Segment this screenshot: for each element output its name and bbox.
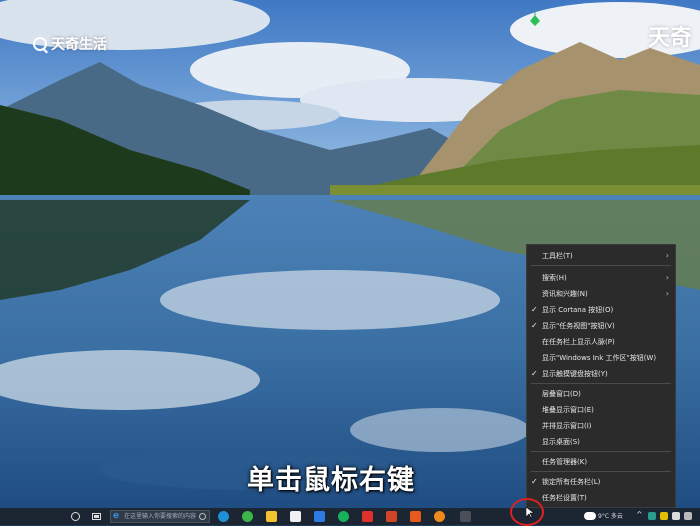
- menu-item-label: 工具栏(T): [542, 252, 573, 260]
- menu-separator: [531, 265, 671, 266]
- checkmark-icon: ✓: [531, 305, 538, 314]
- menu-item[interactable]: 在任务栏上显示人脉(P): [527, 335, 675, 349]
- checkmark-icon: ✓: [531, 369, 538, 378]
- checkmark-icon: ✓: [531, 477, 538, 486]
- photo-app-icon[interactable]: [386, 511, 397, 522]
- store-icon[interactable]: [290, 511, 301, 522]
- weather-text[interactable]: 9°C 多云: [598, 511, 623, 520]
- edge-browser-icon[interactable]: [218, 511, 229, 522]
- tray-app-icon[interactable]: [648, 512, 656, 520]
- menu-item[interactable]: 工具栏(T) ›: [527, 249, 675, 263]
- checkmark-icon: ✓: [531, 321, 538, 330]
- menu-item[interactable]: 搜索(H) ›: [527, 271, 675, 285]
- cortana-button[interactable]: [71, 512, 80, 521]
- taskbar: e 在这里输入你要搜索的内容 9°C 多云 ^: [0, 508, 700, 525]
- menu-item-label: 显示"Windows Ink 工作区"按钮(W): [542, 354, 657, 362]
- menu-separator: [531, 471, 671, 472]
- search-placeholder: 在这里输入你要搜索的内容: [124, 513, 197, 520]
- menu-item-label: 搜索(H): [542, 274, 567, 282]
- menu-item[interactable]: 层叠窗口(D): [527, 387, 675, 401]
- menu-item-label: 任务管理器(K): [542, 458, 588, 466]
- menu-item[interactable]: 任务管理器(K): [527, 455, 675, 469]
- wps-icon[interactable]: [362, 511, 373, 522]
- menu-item-label: 堆叠显示窗口(E): [542, 406, 594, 414]
- menu-item[interactable]: 堆叠显示窗口(E): [527, 403, 675, 417]
- watermark-right-text: 天奇: [647, 26, 692, 51]
- menu-item[interactable]: ✓ 显示触摸键盘按钮(Y): [527, 367, 675, 381]
- menu-item-label: 层叠窗口(D): [542, 390, 581, 398]
- menu-item-label: 任务栏设置(T): [542, 494, 587, 502]
- office-icon[interactable]: [410, 511, 421, 522]
- menu-item-label: 显示触摸键盘按钮(Y): [542, 370, 608, 378]
- menu-item-label: 资讯和兴趣(N): [542, 290, 588, 298]
- caption-text: 单击鼠标右键: [247, 465, 415, 496]
- firefox-icon[interactable]: [434, 511, 445, 522]
- taskbar-context-menu: 工具栏(T) › 搜索(H) › 资讯和兴趣(N) › ✓ 显示 Cortana 按钮(O) ✓…: [526, 244, 676, 508]
- browser-icon[interactable]: [242, 511, 253, 522]
- menu-item[interactable]: ✓ 显示 Cortana 按钮(O): [527, 303, 675, 317]
- menu-item-label: 显示"任务视图"按钮(V): [542, 322, 615, 330]
- taskbar-search-box[interactable]: e 在这里输入你要搜索的内容: [110, 510, 210, 523]
- menu-item-label: 显示 Cortana 按钮(O): [542, 306, 614, 314]
- menu-separator: [531, 383, 671, 384]
- watermark-left-text: 天奇生活: [51, 37, 107, 53]
- chevron-up-icon[interactable]: ^: [636, 510, 643, 519]
- menu-item-label: 并排显示窗口(I): [542, 422, 592, 430]
- wechat-icon[interactable]: [338, 511, 349, 522]
- mouse-cursor-icon: [526, 507, 534, 519]
- weather-cloud-icon[interactable]: [584, 512, 596, 520]
- file-explorer-icon[interactable]: [266, 511, 277, 522]
- edge-icon: e: [113, 511, 120, 521]
- app-blue-icon[interactable]: [314, 511, 325, 522]
- menu-item[interactable]: 显示"Windows Ink 工作区"按钮(W): [527, 351, 675, 365]
- app-grey-icon[interactable]: [460, 511, 471, 522]
- menu-item[interactable]: 显示桌面(S): [527, 435, 675, 449]
- submenu-arrow-icon: ›: [665, 273, 669, 282]
- menu-item-label: 锁定所有任务栏(L): [542, 478, 601, 486]
- menu-item[interactable]: ✓ 锁定所有任务栏(L): [527, 475, 675, 489]
- menu-item[interactable]: ✓ 显示"任务视图"按钮(V): [527, 319, 675, 333]
- task-view-icon[interactable]: [92, 513, 101, 520]
- menu-separator: [531, 451, 671, 452]
- search-icon: [199, 513, 206, 520]
- network-icon[interactable]: [672, 512, 680, 520]
- menu-item[interactable]: 资讯和兴趣(N) ›: [527, 287, 675, 301]
- submenu-arrow-icon: ›: [665, 251, 669, 260]
- submenu-arrow-icon: ›: [665, 289, 669, 298]
- green-ornament-icon: [530, 10, 540, 26]
- menu-item[interactable]: 并排显示窗口(I): [527, 419, 675, 433]
- watermark-logo-left: 天奇生活: [33, 34, 107, 54]
- menu-item-label: 显示桌面(S): [542, 438, 580, 446]
- tray-shield-icon[interactable]: [660, 512, 668, 520]
- search-logo-icon: [33, 37, 47, 51]
- menu-item[interactable]: 任务栏设置(T): [527, 491, 675, 505]
- menu-item-label: 在任务栏上显示人脉(P): [542, 338, 615, 346]
- volume-icon[interactable]: [684, 512, 692, 520]
